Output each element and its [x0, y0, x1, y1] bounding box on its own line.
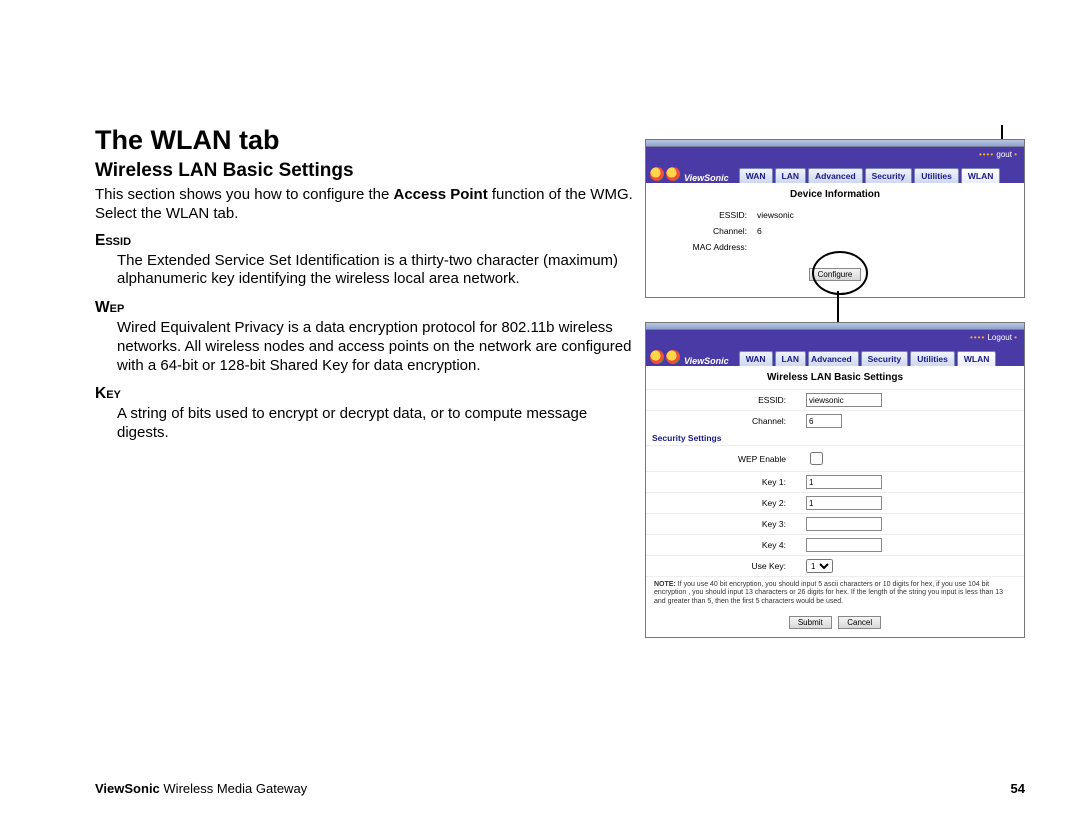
- tab-lan[interactable]: LAN: [775, 351, 806, 366]
- channel-input[interactable]: [806, 414, 842, 428]
- key1-input[interactable]: [806, 475, 882, 489]
- screenshot-device-info: ViewSonic WAN LAN Advanced Security Util…: [645, 139, 1025, 298]
- key3-label: Key 3:: [646, 519, 806, 529]
- logout-link[interactable]: •••• Logout •: [970, 333, 1018, 342]
- term-essid: Essid: [95, 232, 635, 250]
- panel-title: Wireless LAN Basic Settings: [646, 366, 1024, 389]
- tab-advanced[interactable]: Advanced: [808, 351, 859, 366]
- key3-input[interactable]: [806, 517, 882, 531]
- security-settings-heading: Security Settings: [646, 431, 1024, 445]
- bird-icon: [666, 167, 680, 181]
- screenshots-column: ViewSonic WAN LAN Advanced Security Util…: [645, 125, 1025, 662]
- tab-wlan[interactable]: WLAN: [957, 351, 997, 366]
- def-essid: The Extended Service Set Identification …: [117, 252, 635, 290]
- bird-icon: [650, 350, 664, 364]
- brand-label: ViewSonic: [684, 173, 729, 183]
- key1-label: Key 1:: [646, 477, 806, 487]
- logo: [650, 167, 680, 181]
- tab-wan[interactable]: WAN: [739, 351, 773, 366]
- page-number: 54: [1011, 781, 1025, 796]
- tab-wlan[interactable]: WLAN: [961, 168, 1001, 183]
- def-key: A string of bits used to encrypt or decr…: [117, 405, 635, 443]
- logout-link[interactable]: •••• gout •: [979, 150, 1018, 159]
- device-info-table: ESSID:viewsonic Channel:6 MAC Address:: [646, 206, 1024, 256]
- key2-label: Key 2:: [646, 498, 806, 508]
- term-key: Key: [95, 385, 635, 403]
- essid-input[interactable]: [806, 393, 882, 407]
- configure-button[interactable]: Configure: [809, 268, 862, 281]
- panel-title: Device Information: [646, 183, 1024, 206]
- tab-utilities[interactable]: Utilities: [914, 168, 959, 183]
- tab-security[interactable]: Security: [861, 351, 909, 366]
- bird-icon: [666, 350, 680, 364]
- wep-enable-label: WEP Enable: [646, 454, 806, 464]
- note-text: NOTE: If you use 40 bit encryption, you …: [646, 576, 1024, 610]
- key4-label: Key 4:: [646, 540, 806, 550]
- tab-advanced[interactable]: Advanced: [808, 168, 863, 183]
- def-wep: Wired Equivalent Privacy is a data encry…: [117, 319, 635, 375]
- logo: [650, 350, 680, 364]
- text-column: The WLAN tab Wireless LAN Basic Settings…: [95, 125, 635, 662]
- tab-wan[interactable]: WAN: [739, 168, 773, 183]
- tab-security[interactable]: Security: [865, 168, 913, 183]
- tab-lan[interactable]: LAN: [775, 168, 806, 183]
- term-wep: Wep: [95, 299, 635, 317]
- wep-enable-checkbox[interactable]: [810, 452, 823, 465]
- channel-label: Channel:: [646, 416, 806, 426]
- section-heading: Wireless LAN Basic Settings: [95, 160, 635, 182]
- key2-input[interactable]: [806, 496, 882, 510]
- usekey-select[interactable]: 1: [806, 559, 833, 573]
- intro-paragraph: This section shows you how to configure …: [95, 186, 635, 224]
- tab-utilities[interactable]: Utilities: [910, 351, 955, 366]
- usekey-label: Use Key:: [646, 561, 806, 571]
- key4-input[interactable]: [806, 538, 882, 552]
- brand-label: ViewSonic: [684, 356, 729, 366]
- page-footer: ViewSonic Wireless Media Gateway 54: [95, 781, 1025, 796]
- screenshot-wlan-settings: ViewSonic WAN LAN Advanced Security Util…: [645, 322, 1025, 638]
- cancel-button[interactable]: Cancel: [838, 616, 881, 629]
- page-heading: The WLAN tab: [95, 125, 635, 156]
- bird-icon: [650, 167, 664, 181]
- essid-label: ESSID:: [646, 395, 806, 405]
- submit-button[interactable]: Submit: [789, 616, 832, 629]
